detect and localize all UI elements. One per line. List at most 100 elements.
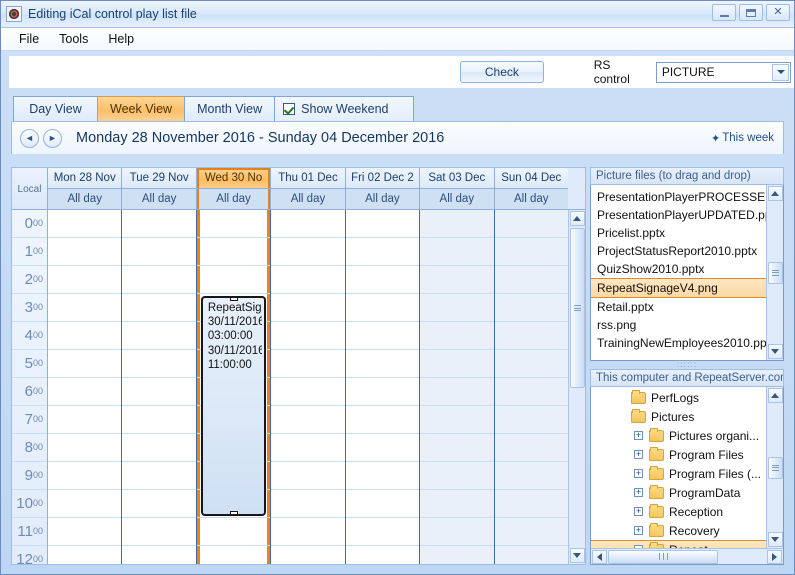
- scrollbar-thumb[interactable]: [608, 549, 718, 564]
- hour-cell[interactable]: [345, 266, 420, 294]
- hour-cell[interactable]: [494, 350, 568, 378]
- expand-icon[interactable]: +: [634, 450, 643, 459]
- resize-handle-top[interactable]: [229, 298, 238, 301]
- scrollbar-thumb[interactable]: [767, 456, 783, 479]
- hour-cell[interactable]: [48, 350, 122, 378]
- hour-cell[interactable]: [48, 462, 122, 490]
- tree-node[interactable]: − Repeat: [591, 540, 766, 548]
- hour-cell[interactable]: [420, 350, 494, 378]
- hour-cell[interactable]: [345, 322, 420, 350]
- tree-node[interactable]: + Recovery: [591, 521, 766, 540]
- hour-cell[interactable]: [271, 546, 344, 564]
- hour-cell[interactable]: [196, 210, 271, 238]
- hour-cell[interactable]: [122, 266, 196, 294]
- expand-icon[interactable]: +: [634, 526, 643, 535]
- menu-item-tools[interactable]: Tools: [49, 30, 98, 48]
- all-day-cell[interactable]: All day: [48, 189, 122, 209]
- hour-cell[interactable]: [495, 546, 568, 564]
- hour-cell[interactable]: [494, 378, 568, 406]
- day-column-sat[interactable]: [420, 210, 495, 564]
- hour-cell[interactable]: [48, 322, 122, 350]
- hour-cell[interactable]: [345, 518, 420, 546]
- tree-node[interactable]: + Program Files (...: [591, 464, 766, 483]
- all-day-cell[interactable]: All day: [196, 189, 271, 209]
- day-header-sun[interactable]: Sun 04 Dec All day: [494, 168, 568, 209]
- hour-cell[interactable]: [271, 322, 345, 350]
- hour-cell[interactable]: [122, 518, 196, 546]
- appointment-block[interactable]: RepeatSign 30/11/2016 03:00:00 30/11/201…: [200, 296, 267, 516]
- scroll-right-button[interactable]: [767, 549, 782, 564]
- hour-cell[interactable]: [494, 406, 568, 434]
- this-week-link[interactable]: ✦ This week: [711, 132, 774, 145]
- hour-cell[interactable]: [271, 406, 345, 434]
- day-column-sun[interactable]: [494, 210, 568, 564]
- tree-node[interactable]: + Reception: [591, 502, 766, 521]
- day-column-tue[interactable]: [122, 210, 197, 564]
- expand-icon[interactable]: +: [634, 469, 643, 478]
- hour-cell[interactable]: [48, 378, 122, 406]
- list-item[interactable]: rss.png: [591, 316, 766, 334]
- hour-cell[interactable]: [48, 518, 122, 546]
- restore-button[interactable]: [739, 4, 763, 21]
- hour-cell[interactable]: [494, 490, 568, 518]
- hour-cell[interactable]: [271, 490, 345, 518]
- scroll-up-button[interactable]: [767, 186, 783, 201]
- day-column-wed[interactable]: RepeatSign 30/11/2016 03:00:00 30/11/201…: [196, 210, 272, 564]
- scroll-left-button[interactable]: [592, 549, 607, 564]
- day-column-fri[interactable]: [345, 210, 421, 564]
- collapse-icon[interactable]: −: [634, 545, 643, 548]
- show-weekend-checkbox[interactable]: Show Weekend: [274, 96, 415, 121]
- hour-cell[interactable]: [345, 490, 420, 518]
- hour-cell[interactable]: [122, 546, 195, 564]
- hour-cell[interactable]: [48, 490, 122, 518]
- list-item[interactable]: PresentationPlayerPROCESSED....: [591, 188, 766, 206]
- hour-cell[interactable]: [48, 294, 122, 322]
- day-header-fri[interactable]: Fri 02 Dec 2 All day: [345, 168, 421, 209]
- hour-cell[interactable]: [48, 238, 122, 266]
- hour-cell[interactable]: [494, 238, 568, 266]
- hour-cell[interactable]: [271, 378, 345, 406]
- tree-node[interactable]: + Pictures organi...: [591, 426, 766, 445]
- expand-icon[interactable]: +: [634, 431, 643, 440]
- hour-cell[interactable]: [122, 294, 196, 322]
- scrollbar-thumb[interactable]: [767, 261, 783, 284]
- hour-cell[interactable]: [494, 294, 568, 322]
- resize-handle-bottom[interactable]: [229, 511, 238, 514]
- hour-cell[interactable]: [494, 462, 568, 490]
- all-day-cell[interactable]: All day: [271, 189, 345, 209]
- day-header-sat[interactable]: Sat 03 Dec All day: [420, 168, 495, 209]
- next-week-button[interactable]: ►: [43, 128, 62, 148]
- hour-cell[interactable]: [345, 294, 420, 322]
- list-item[interactable]: QuizShow2010.pptx: [591, 260, 766, 278]
- picture-files-listbox[interactable]: PresentationPlayerPROCESSED....Presentat…: [590, 185, 784, 361]
- minimize-button[interactable]: [712, 4, 736, 21]
- hour-cell[interactable]: [420, 434, 494, 462]
- hour-cell[interactable]: [345, 406, 420, 434]
- hour-cell[interactable]: [196, 518, 271, 546]
- day-header-tue[interactable]: Tue 29 Nov All day: [122, 168, 197, 209]
- scroll-down-button[interactable]: [767, 532, 783, 547]
- list-item[interactable]: PresentationPlayerUPDATED.pptx: [591, 206, 766, 224]
- folder-tree-box[interactable]: PerfLogs Pictures + Pictures organi... + Prog…: [590, 387, 784, 565]
- day-header-thu[interactable]: Thu 01 Dec All day: [271, 168, 346, 209]
- tree-node[interactable]: + Program Files: [591, 445, 766, 464]
- scroll-down-button[interactable]: [767, 344, 783, 359]
- hour-cell[interactable]: [420, 462, 494, 490]
- tree-vertical-scrollbar[interactable]: [766, 387, 783, 548]
- tab-month-view[interactable]: Month View: [184, 96, 276, 121]
- day-column-mon[interactable]: [48, 210, 123, 564]
- hour-cell[interactable]: [420, 294, 494, 322]
- list-item[interactable]: TrainingNewEmployees2010.pptx: [591, 334, 766, 352]
- hour-cell[interactable]: [48, 210, 122, 238]
- hour-cell[interactable]: [494, 518, 568, 546]
- hour-cell[interactable]: [48, 266, 122, 294]
- hour-cell[interactable]: [122, 238, 196, 266]
- tree-horizontal-scrollbar[interactable]: [591, 548, 783, 564]
- hour-cell[interactable]: [420, 546, 493, 564]
- playlist-textbox[interactable]: [9, 56, 434, 88]
- tab-day-view[interactable]: Day View: [13, 96, 98, 121]
- hour-cell[interactable]: [196, 266, 271, 294]
- hour-cell[interactable]: [271, 266, 345, 294]
- hour-cell[interactable]: [420, 490, 494, 518]
- list-item[interactable]: Retail.pptx: [591, 298, 766, 316]
